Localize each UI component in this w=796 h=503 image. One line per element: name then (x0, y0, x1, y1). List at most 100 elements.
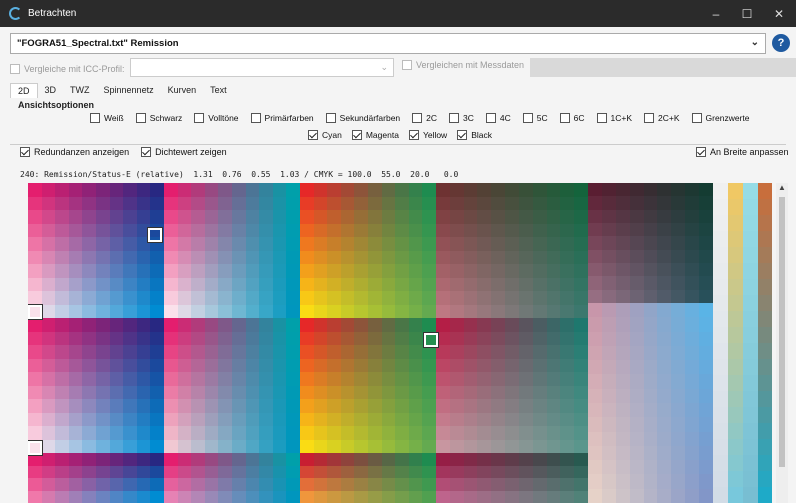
color-patch (368, 358, 383, 373)
divider (10, 144, 786, 145)
help-button[interactable]: ? (772, 34, 790, 52)
color-patch (286, 465, 301, 479)
color-patch (560, 318, 575, 332)
close-button[interactable]: ✕ (762, 0, 796, 27)
option-4c[interactable]: 4C (485, 113, 511, 123)
maximize-button[interactable]: ☐ (730, 0, 764, 27)
color-patch (743, 311, 759, 328)
patch-chart[interactable] (28, 183, 772, 503)
color-patch (449, 331, 465, 346)
color-patch (422, 358, 437, 373)
color-patch (177, 453, 192, 466)
option-vollt-ne[interactable]: Volltöne (194, 113, 239, 123)
color-patch (574, 412, 589, 427)
color-patch (699, 303, 714, 318)
color-patch (629, 445, 645, 461)
fit-width-checkbox[interactable]: An Breite anpassen (696, 147, 789, 157)
color-patch (463, 196, 478, 211)
color-patch (601, 460, 617, 475)
color-patch (150, 439, 165, 454)
color-patch (699, 263, 714, 277)
option-sekund-rfarben[interactable]: Sekundärfarben (325, 113, 400, 123)
redundancies-checkbox[interactable]: Redundanzen anzeigen (20, 147, 129, 157)
color-patch (532, 372, 548, 386)
option-5c[interactable]: 5C (522, 113, 548, 123)
color-patch (671, 474, 686, 490)
color-patch (477, 453, 492, 466)
option-6c[interactable]: 6C (559, 113, 585, 123)
color-patch (123, 237, 138, 251)
icc-profile-select[interactable]: ⌄ (130, 58, 394, 77)
color-patch (699, 360, 714, 375)
color-patch (164, 210, 179, 224)
color-patch (164, 453, 179, 466)
file-select[interactable]: "FOGRA51_Spectral.txt" Remission ⌄ (10, 33, 766, 54)
color-patch (643, 460, 658, 475)
tab-twz[interactable]: TWZ (63, 83, 97, 98)
color-patch (758, 359, 772, 376)
option-1c-k[interactable]: 1C+K (596, 113, 632, 123)
option-cyan[interactable]: Cyan (308, 130, 342, 140)
compare-measure-checkbox[interactable]: Vergleichen mit Messdaten (402, 60, 524, 70)
color-patch (41, 345, 56, 359)
color-patch (546, 183, 561, 197)
color-patch (327, 453, 342, 466)
tab-3d[interactable]: 3D (38, 83, 64, 98)
option-grenzwerte[interactable]: Grenzwerte (691, 113, 749, 123)
option-wei-[interactable]: Weiß (90, 113, 124, 123)
tab-text[interactable]: Text (203, 83, 234, 98)
color-patch (463, 331, 478, 346)
color-patch (518, 291, 534, 305)
option-black[interactable]: Black (457, 130, 492, 140)
vertical-scrollbar[interactable]: ▲ (776, 183, 788, 503)
color-patch (560, 277, 575, 292)
option-3c[interactable]: 3C (449, 113, 474, 123)
color-patch (150, 426, 165, 440)
tab-kurven[interactable]: Kurven (161, 83, 204, 98)
option-2c[interactable]: 2C (412, 113, 437, 123)
color-patch (477, 439, 492, 454)
color-patch (300, 372, 315, 386)
color-patch (381, 426, 396, 440)
color-patch (395, 223, 410, 238)
color-patch (286, 291, 301, 305)
scrollbar-thumb[interactable] (779, 197, 785, 467)
color-patch (136, 291, 151, 305)
color-patch (191, 223, 206, 238)
option-yellow[interactable]: Yellow (408, 130, 447, 140)
color-patch (463, 237, 478, 251)
color-patch (28, 490, 43, 503)
option-prim-rfarben[interactable]: Primärfarben (250, 113, 314, 123)
color-patch (728, 407, 744, 424)
color-patch (218, 318, 233, 332)
color-patch (259, 439, 274, 454)
color-patch (699, 388, 714, 404)
tab-spinnennetz[interactable]: Spinnennetz (97, 83, 161, 98)
color-patch (743, 295, 759, 312)
option-2c-k[interactable]: 2C+K (644, 113, 680, 123)
option-schwarz[interactable]: Schwarz (135, 113, 182, 123)
density-checkbox[interactable]: Dichtewert zeigen (141, 147, 227, 157)
color-patch (518, 210, 534, 224)
color-patch (41, 465, 56, 479)
option-magenta[interactable]: Magenta (351, 130, 399, 140)
color-patch (743, 423, 759, 440)
minimize-button[interactable]: – (699, 0, 733, 27)
color-patch (123, 426, 138, 440)
color-patch (758, 487, 772, 503)
color-patch (232, 318, 247, 332)
color-patch (685, 236, 700, 251)
compare-icc-checkbox[interactable]: Vergleiche mit ICC-Profil: (10, 60, 125, 78)
color-patch (601, 445, 617, 461)
color-patch (743, 343, 759, 360)
color-patch (68, 345, 83, 359)
scroll-up-icon[interactable]: ▲ (778, 183, 786, 192)
color-patch (177, 304, 192, 319)
color-patch (505, 439, 520, 454)
tab-2d[interactable]: 2D (10, 83, 38, 98)
color-patch (643, 249, 658, 264)
color-patch (505, 399, 520, 413)
color-patch (449, 183, 465, 197)
color-patch (232, 385, 247, 400)
color-patch (136, 196, 151, 211)
